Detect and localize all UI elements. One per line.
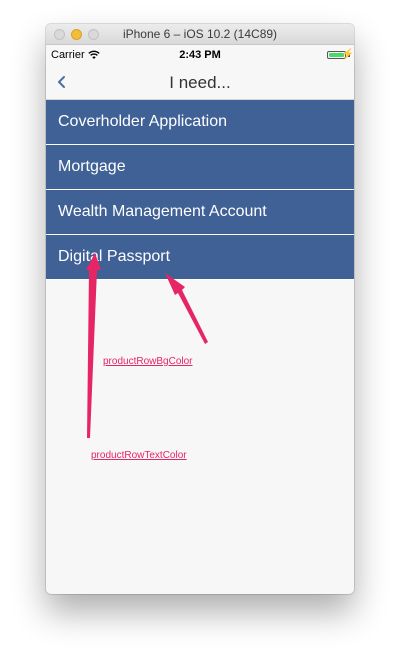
product-row[interactable]: Digital Passport: [46, 235, 354, 280]
simulator-window: iPhone 6 – iOS 10.2 (14C89) Carrier 2:43…: [46, 24, 354, 594]
product-list: Coverholder Application Mortgage Wealth Ma…: [46, 100, 354, 280]
screenshot-stage: iPhone 6 – iOS 10.2 (14C89) Carrier 2:43…: [0, 0, 400, 658]
window-title: iPhone 6 – iOS 10.2 (14C89): [122, 27, 278, 41]
product-row[interactable]: Coverholder Application: [46, 100, 354, 145]
navigation-bar: I need...: [46, 65, 354, 100]
nav-title: I need...: [169, 73, 231, 92]
window-titlebar: iPhone 6 – iOS 10.2 (14C89): [46, 24, 354, 45]
status-bar: Carrier 2:43 PM ⚡: [46, 45, 354, 65]
product-row[interactable]: Mortgage: [46, 145, 354, 190]
product-row-text-color-annotation: productRowTextColor: [91, 450, 187, 461]
charging-bolt-icon: ⚡: [341, 49, 354, 60]
status-time: 2:43 PM: [179, 49, 221, 61]
product-row-bg-color-annotation: productRowBgColor: [103, 356, 193, 367]
product-row[interactable]: Wealth Management Account: [46, 190, 354, 235]
